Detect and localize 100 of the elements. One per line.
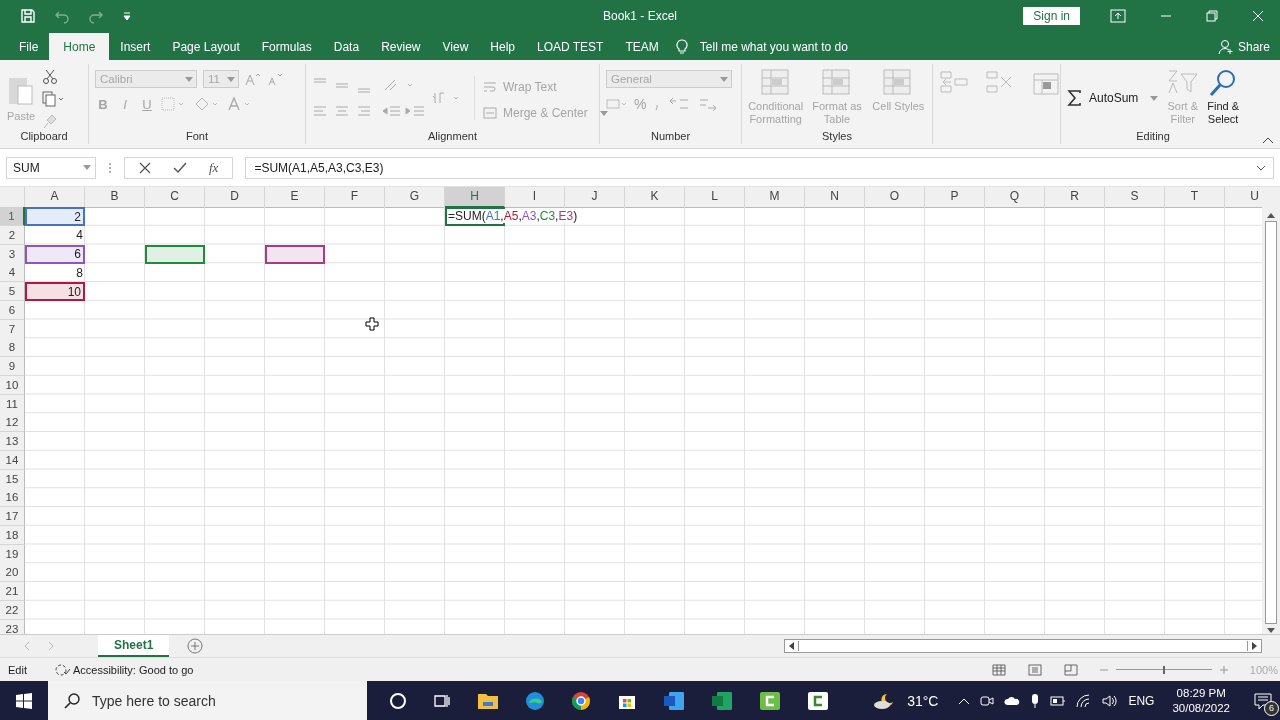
column-header[interactable]: P <box>925 187 985 208</box>
column-header[interactable]: A <box>25 187 85 208</box>
row-header[interactable]: 5 <box>0 282 25 301</box>
column-header[interactable]: N <box>805 187 865 208</box>
row-header[interactable]: 21 <box>0 582 25 601</box>
autosum-button[interactable]: AutoSum <box>1067 90 1159 106</box>
previous-sheet-icon[interactable] <box>24 641 30 651</box>
column-header[interactable]: B <box>85 187 145 208</box>
referenced-cell[interactable]: 10 <box>25 282 85 301</box>
spreadsheet-app-icon[interactable] <box>711 690 733 711</box>
chevron-up-icon[interactable] <box>958 696 971 705</box>
battery-icon[interactable] <box>1050 695 1067 706</box>
recorder-app-icon[interactable] <box>759 690 781 711</box>
speaker-icon[interactable] <box>1102 693 1119 708</box>
caret-icon[interactable] <box>227 76 235 82</box>
normal-view-icon[interactable] <box>991 663 1006 676</box>
scrollbar-thumb[interactable] <box>798 641 1248 651</box>
temperature[interactable]: 31°C <box>907 692 939 709</box>
customize-icon[interactable] <box>122 9 132 22</box>
column-header[interactable]: K <box>625 187 685 208</box>
row-header[interactable]: 12 <box>0 413 25 433</box>
insert-function-button[interactable]: fx <box>209 159 219 176</box>
clock-time[interactable]: 08:29 PM <box>1176 685 1226 701</box>
referenced-cell[interactable]: 2 <box>25 207 85 226</box>
column-header[interactable]: S <box>1105 187 1165 208</box>
accessibility-status[interactable]: Accessibility: Good to go <box>72 663 194 676</box>
column-header[interactable]: C <box>145 187 205 208</box>
restore-icon[interactable] <box>1206 9 1218 22</box>
row-header[interactable]: 17 <box>0 507 25 526</box>
zoom-in-icon[interactable] <box>1219 665 1228 674</box>
name-box[interactable]: SUM <box>6 156 96 179</box>
find-select-button[interactable]: Find & Select <box>1207 66 1239 126</box>
scroll-up-icon[interactable] <box>1267 212 1275 218</box>
next-sheet-icon[interactable] <box>48 641 54 651</box>
row-header[interactable]: 13 <box>0 432 25 451</box>
shrink-font-icon[interactable] <box>267 72 283 86</box>
cancel-icon[interactable] <box>139 161 151 174</box>
column-header[interactable]: E <box>265 187 325 208</box>
ribbon-tab[interactable]: File <box>8 33 50 60</box>
scissors-icon[interactable] <box>42 69 58 85</box>
column-header[interactable]: D <box>205 187 265 208</box>
formula-field[interactable]: =SUM(A1,A5,A3,C3,E3) <box>245 156 1274 179</box>
row-header[interactable]: 4 <box>0 263 25 283</box>
ribbon-tab[interactable]: LOAD TEST <box>526 33 615 60</box>
column-header[interactable]: H <box>445 187 505 208</box>
accessibility-icon[interactable] <box>54 662 71 677</box>
column-header[interactable]: Q <box>985 187 1045 208</box>
caret-icon[interactable] <box>83 165 91 170</box>
browser-icon[interactable] <box>571 690 591 711</box>
expand-icon[interactable] <box>1256 163 1266 172</box>
grow-font-icon[interactable] <box>245 72 261 86</box>
camera-icon[interactable] <box>980 693 995 708</box>
column-header[interactable]: O <box>865 187 925 208</box>
add-sheet-icon[interactable] <box>187 638 204 654</box>
scroll-right-icon[interactable] <box>1252 642 1258 650</box>
scroll-left-icon[interactable] <box>788 642 794 650</box>
scrollbar-thumb[interactable] <box>1265 221 1277 624</box>
column-header[interactable]: J <box>565 187 625 208</box>
column-header[interactable]: T <box>1165 187 1225 208</box>
tell-me-search[interactable]: Tell me what you want to do <box>699 39 848 54</box>
column-header[interactable]: G <box>385 187 445 208</box>
collapse-ribbon-icon[interactable] <box>1262 136 1274 144</box>
referenced-cell[interactable] <box>145 244 205 264</box>
ribbon-tab[interactable]: Help <box>479 33 526 60</box>
language-indicator[interactable]: ENG <box>1128 693 1155 708</box>
row-header[interactable]: 9 <box>0 357 25 376</box>
referenced-cell[interactable] <box>265 244 325 264</box>
column-header[interactable]: I <box>505 187 565 208</box>
ribbon-tab[interactable]: View <box>431 33 480 60</box>
browser-icon[interactable] <box>525 690 545 711</box>
referenced-cell[interactable]: 6 <box>25 244 85 264</box>
ribbon-display-icon[interactable] <box>1110 8 1126 23</box>
row-header[interactable]: 8 <box>0 338 25 358</box>
page-break-icon[interactable] <box>1063 663 1078 676</box>
save-icon[interactable] <box>20 7 36 24</box>
page-layout-icon[interactable] <box>1027 663 1042 676</box>
close-icon[interactable] <box>1252 9 1264 22</box>
caret-icon[interactable] <box>1150 95 1159 101</box>
ribbon-tab[interactable]: Insert <box>109 33 162 60</box>
microphone-icon[interactable] <box>1030 692 1041 709</box>
notifications-icon[interactable] <box>1254 691 1272 710</box>
sheet-tab[interactable]: Sheet1 <box>98 635 170 657</box>
clock-date[interactable]: 30/08/2022 <box>1172 700 1230 716</box>
ribbon-tab[interactable]: Page Layout <box>161 33 251 60</box>
share-button[interactable]: Share <box>1217 33 1270 60</box>
folder-icon[interactable] <box>477 691 499 710</box>
column-header[interactable]: L <box>685 187 745 208</box>
copy-icon[interactable] <box>42 91 64 107</box>
document-app-icon[interactable] <box>663 690 685 711</box>
editor-app-icon[interactable] <box>807 690 829 711</box>
enter-check-icon[interactable] <box>173 161 187 174</box>
taskbar-search-field[interactable]: Type here to search <box>48 681 367 720</box>
ribbon-tab[interactable]: Home <box>49 33 110 60</box>
vertical-scrollbar[interactable] <box>1262 187 1280 634</box>
column-header[interactable]: U <box>1225 187 1262 208</box>
row-header[interactable]: 1 <box>0 207 25 226</box>
row-header[interactable]: 20 <box>0 563 25 583</box>
horizontal-scrollbar[interactable] <box>784 639 1262 653</box>
column-header[interactable]: R <box>1045 187 1105 208</box>
zoom-thumb[interactable] <box>1162 665 1165 674</box>
